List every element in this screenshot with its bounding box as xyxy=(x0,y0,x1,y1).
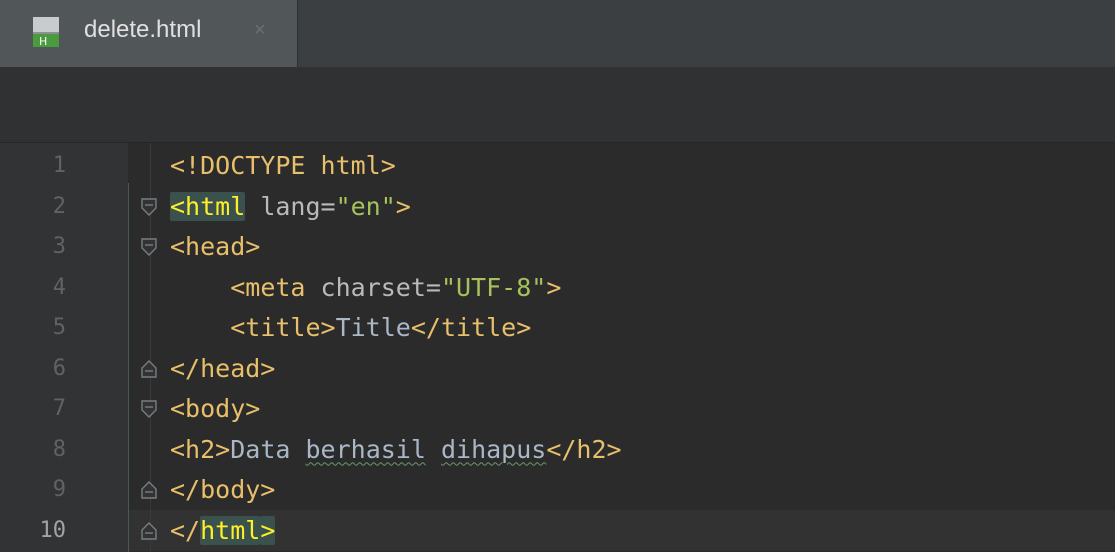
close-icon[interactable]: × xyxy=(254,15,266,45)
fold-collapse-icon[interactable] xyxy=(140,237,158,257)
tab-label: delete.html xyxy=(84,16,202,43)
fold-end-icon[interactable] xyxy=(140,521,158,541)
code-token: "UTF-8" xyxy=(440,272,547,302)
code-line[interactable]: </html> xyxy=(170,510,276,551)
code-token: html xyxy=(200,515,261,545)
code-line[interactable]: <head> xyxy=(170,226,260,267)
code-token: Title xyxy=(335,313,411,342)
code-token: lang= xyxy=(245,191,336,221)
line-number: 8 xyxy=(52,436,66,462)
gutter-divider xyxy=(128,183,129,552)
code-token: </h2> xyxy=(546,434,622,464)
code-line[interactable]: <title>Title</title> xyxy=(170,307,531,348)
code-token: <html xyxy=(170,191,246,221)
line-number: 10 xyxy=(39,517,67,543)
line-number: 7 xyxy=(52,396,66,421)
code-token: <meta xyxy=(230,272,306,302)
line-number: 5 xyxy=(52,315,66,340)
fold-end-icon[interactable] xyxy=(140,359,158,379)
code-token: <!DOCTYPE html> xyxy=(170,151,396,180)
fold-collapse-icon[interactable] xyxy=(140,197,158,217)
current-line-highlight xyxy=(0,509,1115,551)
code-token: berhasil xyxy=(305,434,426,464)
code-line[interactable]: <body> xyxy=(170,388,260,429)
code-token: <title> xyxy=(230,313,336,342)
code-line[interactable]: <h2>Data berhasil dihapus</h2> xyxy=(170,429,622,470)
code-token: charset= xyxy=(305,272,441,302)
code-line[interactable]: <!DOCTYPE html> xyxy=(170,145,396,186)
line-number: 6 xyxy=(52,355,66,381)
line-number: 9 xyxy=(52,477,66,502)
code-line[interactable]: </body> xyxy=(170,469,275,510)
code-token: > xyxy=(260,515,276,545)
code-line[interactable]: <html lang="en"> xyxy=(170,186,411,227)
code-token: Data xyxy=(230,434,306,464)
fold-collapse-icon[interactable] xyxy=(140,399,158,419)
code-line[interactable]: </head> xyxy=(170,348,275,389)
line-number: 3 xyxy=(52,234,66,259)
navigation-bar xyxy=(0,68,1115,143)
code-token: <body> xyxy=(170,394,261,423)
code-token: <h2> xyxy=(170,434,231,464)
tab-delete-html[interactable]: H delete.html × xyxy=(0,0,298,67)
code-token: </head> xyxy=(170,353,276,383)
code-token: "en" xyxy=(335,191,396,221)
code-token: <head> xyxy=(170,232,261,261)
code-token: > xyxy=(395,191,411,221)
code-token: </title> xyxy=(410,313,532,342)
line-number: 1 xyxy=(52,153,66,178)
line-number: 4 xyxy=(52,274,66,300)
fold-end-icon[interactable] xyxy=(140,480,158,500)
code-token: </ xyxy=(170,515,201,545)
code-line[interactable]: <meta charset="UTF-8"> xyxy=(170,267,561,308)
code-token: </body> xyxy=(170,475,276,504)
editor-tab-bar: H delete.html × xyxy=(0,0,1115,68)
code-editor[interactable]: 1 <!DOCTYPE html> 2 <html lang="en"> 3 <head>… xyxy=(0,143,1115,552)
html-file-icon: H xyxy=(33,17,59,47)
svg-text:H: H xyxy=(39,35,47,47)
code-token: > xyxy=(546,272,562,302)
code-token: dihapus xyxy=(440,434,547,464)
line-number: 2 xyxy=(52,193,66,219)
